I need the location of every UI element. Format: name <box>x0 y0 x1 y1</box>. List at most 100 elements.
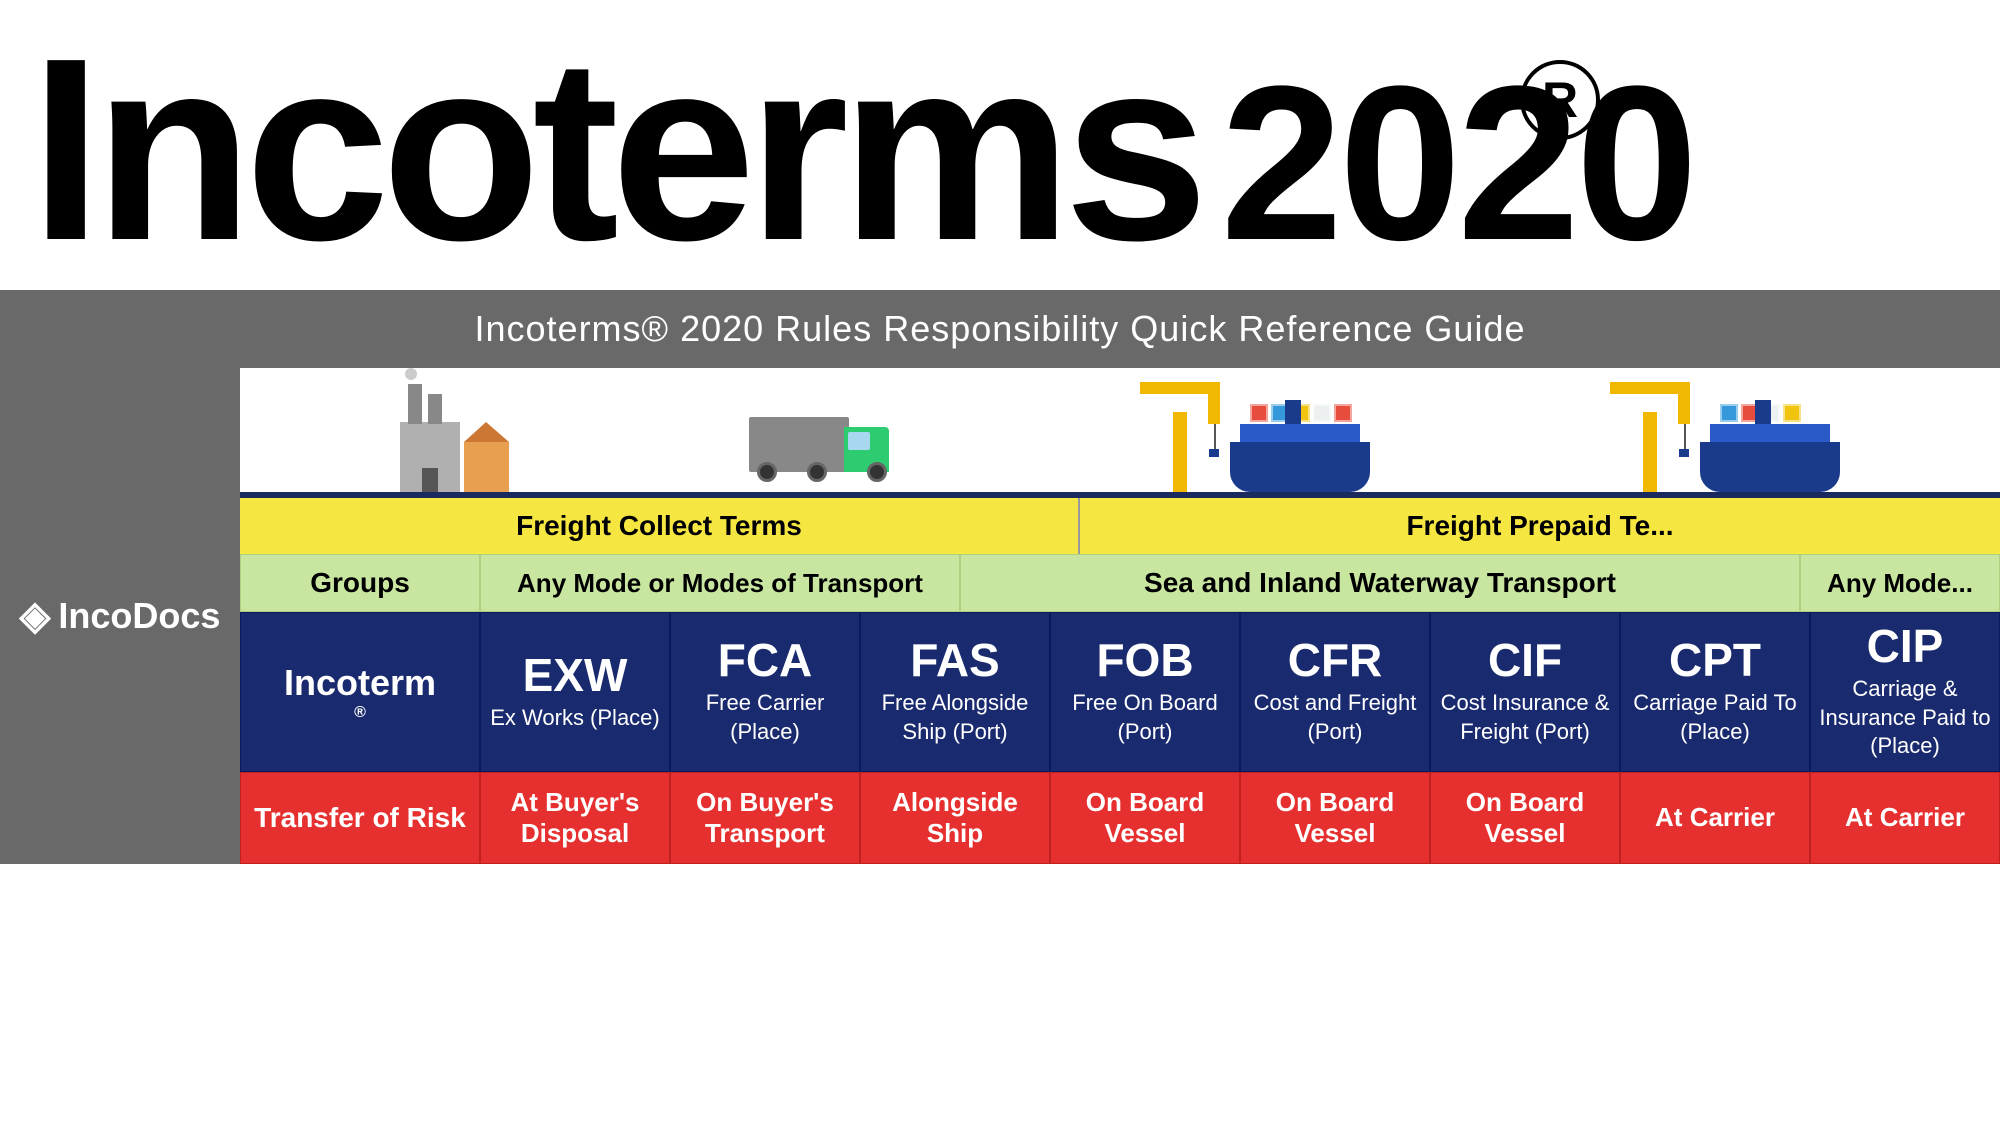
incoterm-col-cpt: CPT Carriage Paid To (Place) <box>1620 612 1810 772</box>
ship-1-container <box>1230 442 1370 492</box>
risk-columns: At Buyer's DisposalOn Buyer's TransportA… <box>480 772 2000 864</box>
incoterm-desc-cfr: Cost and Freight (Port) <box>1247 689 1423 746</box>
groups-any-mode-right: Any Mode... <box>1800 554 2000 612</box>
subtitle-text: Incoterms® 2020 Rules Responsibility Qui… <box>475 308 1526 349</box>
risk-col-5: On Board Vessel <box>1430 772 1620 864</box>
risk-col-4: On Board Vessel <box>1240 772 1430 864</box>
container-red <box>1250 404 1268 422</box>
incoterm-desc-cpt: Carriage Paid To (Place) <box>1627 689 1803 746</box>
crane-tower <box>1173 412 1187 492</box>
truck-wheels <box>757 462 887 482</box>
incoterm-desc-exw: Ex Works (Place) <box>490 704 660 733</box>
risk-col-3: On Board Vessel <box>1050 772 1240 864</box>
freight-collect-header: Freight Collect Terms <box>240 498 1080 554</box>
title-year: 2020 <box>1221 53 1694 273</box>
incoterm-columns: EXW Ex Works (Place) FCA Free Carrier (P… <box>480 612 2000 772</box>
ship-2-container <box>1700 442 1840 492</box>
groups-row: Groups Any Mode or Modes of Transport Se… <box>240 554 2000 612</box>
incoterm-code-fas: FAS <box>910 637 999 683</box>
logo: ◈ IncoDocs <box>20 593 221 639</box>
risk-col-0: At Buyer's Disposal <box>480 772 670 864</box>
crane-hook <box>1209 449 1219 457</box>
truck-wheel-1 <box>757 462 777 482</box>
incoterm-code-cpt: CPT <box>1669 637 1761 683</box>
container-2-yellow <box>1783 404 1801 422</box>
factory-annex <box>464 442 509 492</box>
incoterm-col-fob: FOB Free On Board (Port) <box>1050 612 1240 772</box>
logo-sidebar: ◈ IncoDocs <box>0 368 240 864</box>
ship-1 <box>1230 442 1370 492</box>
incoterm-desc-cif: Cost Insurance & Freight (Port) <box>1437 689 1613 746</box>
crane-2-cable <box>1684 424 1686 449</box>
factory-door <box>422 468 438 492</box>
port-scene-1 <box>1140 382 1370 492</box>
risk-col-7: At Carrier <box>1810 772 2000 864</box>
ship-funnel <box>1285 400 1301 424</box>
truck-wheel-3 <box>867 462 887 482</box>
freight-prepaid-header: Freight Prepaid Te... <box>1080 498 2000 554</box>
incoterm-code-cif: CIF <box>1488 637 1562 683</box>
incoterm-desc-cip: Carriage & Insurance Paid to (Place) <box>1817 675 1993 761</box>
incoterm-registered: ® <box>354 704 366 722</box>
incoterm-code-cfr: CFR <box>1288 637 1383 683</box>
logo-icon: ◈ <box>20 593 51 639</box>
main-content: ◈ IncoDocs <box>0 368 2000 864</box>
factory-smoke <box>405 368 417 380</box>
ship-2 <box>1700 442 1840 492</box>
incoterm-code-exw: EXW <box>523 652 628 698</box>
crane-2 <box>1610 382 1690 492</box>
ship-2-deck <box>1710 424 1830 442</box>
incoterm-desc-fca: Free Carrier (Place) <box>677 689 853 746</box>
logo-name: IncoDocs <box>58 595 220 637</box>
crane-1 <box>1140 382 1220 492</box>
incoterm-code-fca: FCA <box>718 637 813 683</box>
risk-col-6: At Carrier <box>1620 772 1810 864</box>
incoterm-label-text: Incoterm <box>284 662 436 704</box>
ship-deck <box>1240 424 1360 442</box>
freight-header-row: Freight Collect Terms Freight Prepaid Te… <box>240 498 2000 554</box>
crane-2-tower <box>1643 412 1657 492</box>
incoterm-desc-fob: Free On Board (Port) <box>1057 689 1233 746</box>
title-section: Incoterms R 2020 <box>0 0 2000 290</box>
crane-2-arm-vertical <box>1678 394 1690 424</box>
container-2-blue <box>1720 404 1738 422</box>
incoterm-col-cip: CIP Carriage & Insurance Paid to (Place) <box>1810 612 2000 772</box>
incoterm-col-fas: FAS Free Alongside Ship (Port) <box>860 612 1050 772</box>
incoterm-label: Incoterm ® <box>240 612 480 772</box>
crane-2-hook <box>1679 449 1689 457</box>
incoterm-col-fca: FCA Free Carrier (Place) <box>670 612 860 772</box>
container-white <box>1313 404 1331 422</box>
ship-2-funnel <box>1755 400 1771 424</box>
illustration-strip <box>240 368 2000 498</box>
factory-building <box>400 422 460 492</box>
factory-illustration <box>400 422 509 492</box>
groups-label: Groups <box>240 554 480 612</box>
risk-col-1: On Buyer's Transport <box>670 772 860 864</box>
risk-section: Transfer of Risk At Buyer's DisposalOn B… <box>240 772 2000 864</box>
crane-cable <box>1214 424 1216 449</box>
truck-window <box>848 432 870 450</box>
crane-arm-vertical <box>1208 394 1220 424</box>
subtitle-bar: Incoterms® 2020 Rules Responsibility Qui… <box>0 290 2000 368</box>
risk-col-2: Alongside Ship <box>860 772 1050 864</box>
risk-label: Transfer of Risk <box>240 772 480 864</box>
truck-illustration <box>749 417 899 492</box>
incoterm-section: Incoterm ® EXW Ex Works (Place) FCA Free… <box>240 612 2000 772</box>
incoterm-col-exw: EXW Ex Works (Place) <box>480 612 670 772</box>
ship-containers <box>1250 404 1352 422</box>
groups-any-mode: Any Mode or Modes of Transport <box>480 554 960 612</box>
factory-chimney-1 <box>408 384 422 424</box>
truck-wheel-2 <box>807 462 827 482</box>
crane-2-arm-horizontal <box>1610 382 1690 394</box>
groups-sea: Sea and Inland Waterway Transport <box>960 554 1800 612</box>
registered-mark: R <box>1520 60 1600 140</box>
factory-chimney-2 <box>428 394 442 424</box>
crane-arm-horizontal <box>1140 382 1220 394</box>
title-incoterms: Incoterms <box>30 20 1201 280</box>
incoterm-code-cip: CIP <box>1867 623 1944 669</box>
truck-body <box>749 417 849 472</box>
incoterm-col-cif: CIF Cost Insurance & Freight (Port) <box>1430 612 1620 772</box>
container-red-2 <box>1334 404 1352 422</box>
table-container: Freight Collect Terms Freight Prepaid Te… <box>240 368 2000 864</box>
incoterm-code-fob: FOB <box>1096 637 1193 683</box>
